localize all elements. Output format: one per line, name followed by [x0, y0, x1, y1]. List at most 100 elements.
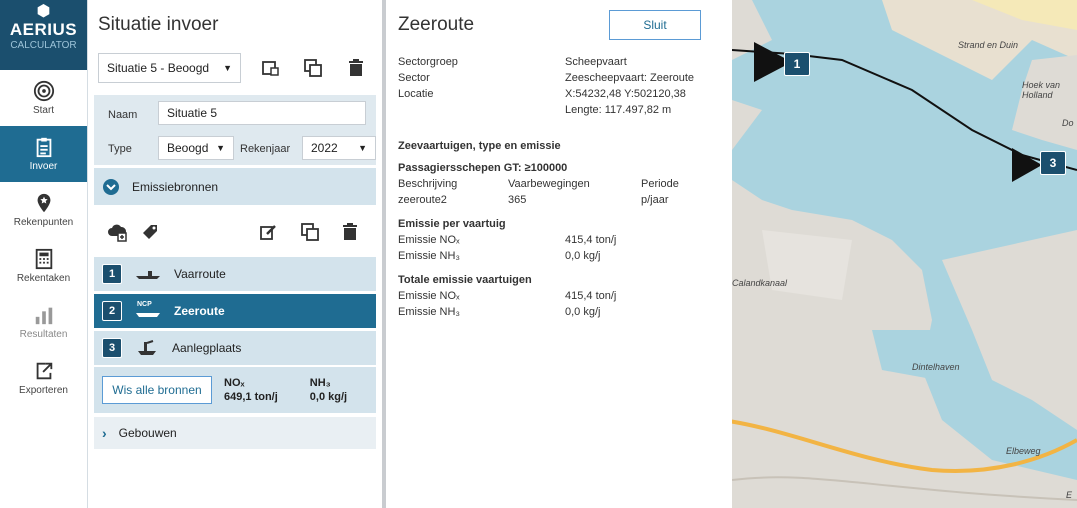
sectorgroep-value: Scheepvaart [565, 56, 627, 68]
map-source-marker-1[interactable]: 1 [784, 52, 810, 76]
source-detail-panel: Zeeroute Sluit Sectorgroep Scheepvaart S… [386, 0, 732, 508]
col-vaarbewegingen: Vaarbewegingen [508, 178, 590, 190]
main-navigation: ⬢ AERIUS CALCULATOR Start Invoer Rekenpu… [0, 0, 88, 508]
sea-ship-hull-icon [136, 313, 160, 317]
per-vessel-heading: Emissie per vaartuig [398, 218, 506, 230]
tot-nh3-label: Emissie NH₃ [398, 306, 460, 318]
nox-total-label: NOₓ [224, 377, 245, 389]
source-number-badge: 2 [102, 301, 122, 321]
source-item-2[interactable]: 2 NCP Zeeroute [94, 294, 376, 328]
clipboard-icon [36, 137, 51, 158]
nh3-total-label: NH₃ [309, 377, 331, 389]
source-number-badge: 3 [102, 338, 122, 358]
source-item-label: Aanlegplaats [172, 341, 242, 355]
sectorgroep-label: Sectorgroep [398, 56, 458, 68]
source-item-1[interactable]: 1 Vaarroute [94, 257, 376, 291]
emission-sources-label: Emissiebronnen [132, 179, 219, 194]
sea-ship-icon-text: NCP [137, 301, 152, 308]
type-select-value: Beoogd [167, 141, 209, 155]
nav-rekentaken[interactable]: Rekentaken [0, 238, 87, 294]
emission-summary: Wis alle bronnen NOₓ 649,1 ton/j NH₃ 0,0… [94, 367, 376, 413]
per-nox-value: 415,4 ton/j [565, 234, 617, 246]
nav-rekentaken-label: Rekentaken [16, 273, 71, 284]
source-item-3[interactable]: 3 Aanlegplaats [94, 331, 376, 365]
nh3-total-value: 0,0 kg/j [309, 391, 348, 403]
copy-source-icon[interactable] [300, 222, 320, 242]
source-toolbar [94, 212, 376, 252]
tot-nox-value: 415,4 ton/j [565, 290, 617, 302]
new-situation-icon[interactable] [260, 58, 280, 78]
nh3-total: NH₃ 0,0 kg/j [310, 376, 347, 404]
year-select[interactable]: 2022 ▼ [302, 136, 376, 160]
chevron-circle-icon [103, 178, 119, 195]
per-nh3-value: 0,0 kg/j [565, 250, 601, 262]
nav-rekenpunten-label: Rekenpunten [13, 217, 74, 228]
nav-resultaten-label: Resultaten [19, 329, 68, 340]
col-beschrijving: Beschrijving [398, 178, 458, 190]
map-label-dintelhaven: Dintelhaven [912, 362, 960, 372]
nav-rekenpunten[interactable]: Rekenpunten [0, 182, 87, 238]
tag-icon[interactable] [140, 222, 160, 242]
chevron-down-icon: ▼ [216, 143, 225, 153]
nav-exporteren-label: Exporteren [19, 385, 68, 396]
total-heading: Totale emissie vaartuigen [398, 274, 532, 286]
source-number-badge: 1 [102, 264, 122, 284]
type-label: Type [108, 143, 132, 155]
name-input[interactable]: Situatie 5 [158, 101, 366, 125]
calculator-icon [35, 248, 52, 270]
add-source-icon[interactable] [106, 222, 128, 242]
col-periode: Periode [641, 178, 679, 190]
locatie-value: X:54232,48 Y:502120,38 [565, 88, 686, 100]
situation-panel: Situatie invoer Situatie 5 - Beoogd ▼ Na… [88, 0, 382, 508]
mooring-icon [138, 340, 156, 355]
nav-invoer[interactable]: Invoer [0, 126, 87, 182]
val-beschrijving: zeeroute2 [398, 194, 447, 206]
source-item-label: Vaarroute [174, 267, 226, 281]
aerius-logo: ⬢ AERIUS CALCULATOR [0, 0, 87, 70]
buildings-label: Gebouwen [118, 426, 177, 440]
name-input-value: Situatie 5 [167, 106, 218, 120]
nav-exporteren[interactable]: Exporteren [0, 350, 87, 406]
source-item-label: Zeeroute [174, 304, 225, 318]
type-select[interactable]: Beoogd ▼ [158, 136, 234, 160]
val-vaarbewegingen: 365 [508, 194, 527, 206]
chevron-right-icon: › [102, 425, 107, 441]
map-label-elbeweg: Elbeweg [1006, 446, 1041, 456]
logo-title: AERIUS [9, 20, 78, 39]
tot-nox-label: Emissie NOₓ [398, 290, 460, 302]
name-label: Naam [108, 109, 138, 121]
nox-total: NOₓ 649,1 ton/j [224, 376, 278, 404]
nav-start[interactable]: Start [0, 70, 87, 126]
map-label-hoek-van-holland: Hoek van Holland [1022, 80, 1061, 100]
map-canvas[interactable] [732, 0, 1077, 508]
emission-sources-header[interactable]: Emissiebronnen [94, 168, 376, 205]
nav-start-label: Start [32, 105, 55, 116]
map-pin-icon [37, 193, 50, 213]
year-select-value: 2022 [311, 141, 338, 155]
situation-select[interactable]: Situatie 5 - Beoogd ▼ [98, 53, 241, 83]
chevron-down-icon: ▼ [358, 143, 367, 153]
tot-nh3-value: 0,0 kg/j [565, 306, 601, 318]
chevron-down-icon: ▼ [223, 63, 232, 73]
trash-icon[interactable] [340, 222, 360, 242]
map-label-calandkanaal: Calandkanaal [732, 278, 788, 288]
per-nox-label: Emissie NOₓ [398, 234, 460, 246]
situation-select-value: Situatie 5 - Beoogd [107, 61, 210, 75]
map-view[interactable]: 1 3 Strand en Duin Hoek van Holland Do C… [732, 0, 1077, 508]
trash-icon[interactable] [346, 58, 366, 78]
copy-situation-icon[interactable] [303, 58, 323, 78]
map-source-marker-3[interactable]: 3 [1040, 151, 1066, 175]
close-button[interactable]: Sluit [609, 10, 701, 40]
buildings-header[interactable]: › Gebouwen [94, 417, 376, 449]
val-periode: p/jaar [641, 194, 669, 206]
edit-icon[interactable] [258, 222, 278, 242]
map-label-partial-e: E [1066, 490, 1073, 500]
sea-ship-icon: NCP [134, 301, 162, 321]
target-icon [33, 80, 54, 102]
clear-sources-button[interactable]: Wis alle bronnen [102, 376, 212, 404]
panel-title: Situatie invoer [98, 14, 219, 35]
nav-resultaten[interactable]: Resultaten [0, 294, 87, 350]
situation-toolbar: Situatie 5 - Beoogd ▼ [98, 53, 370, 83]
situation-fields: Naam Situatie 5 Type Beoogd ▼ Rekenjaar 2… [94, 95, 376, 165]
chart-icon [35, 307, 52, 325]
